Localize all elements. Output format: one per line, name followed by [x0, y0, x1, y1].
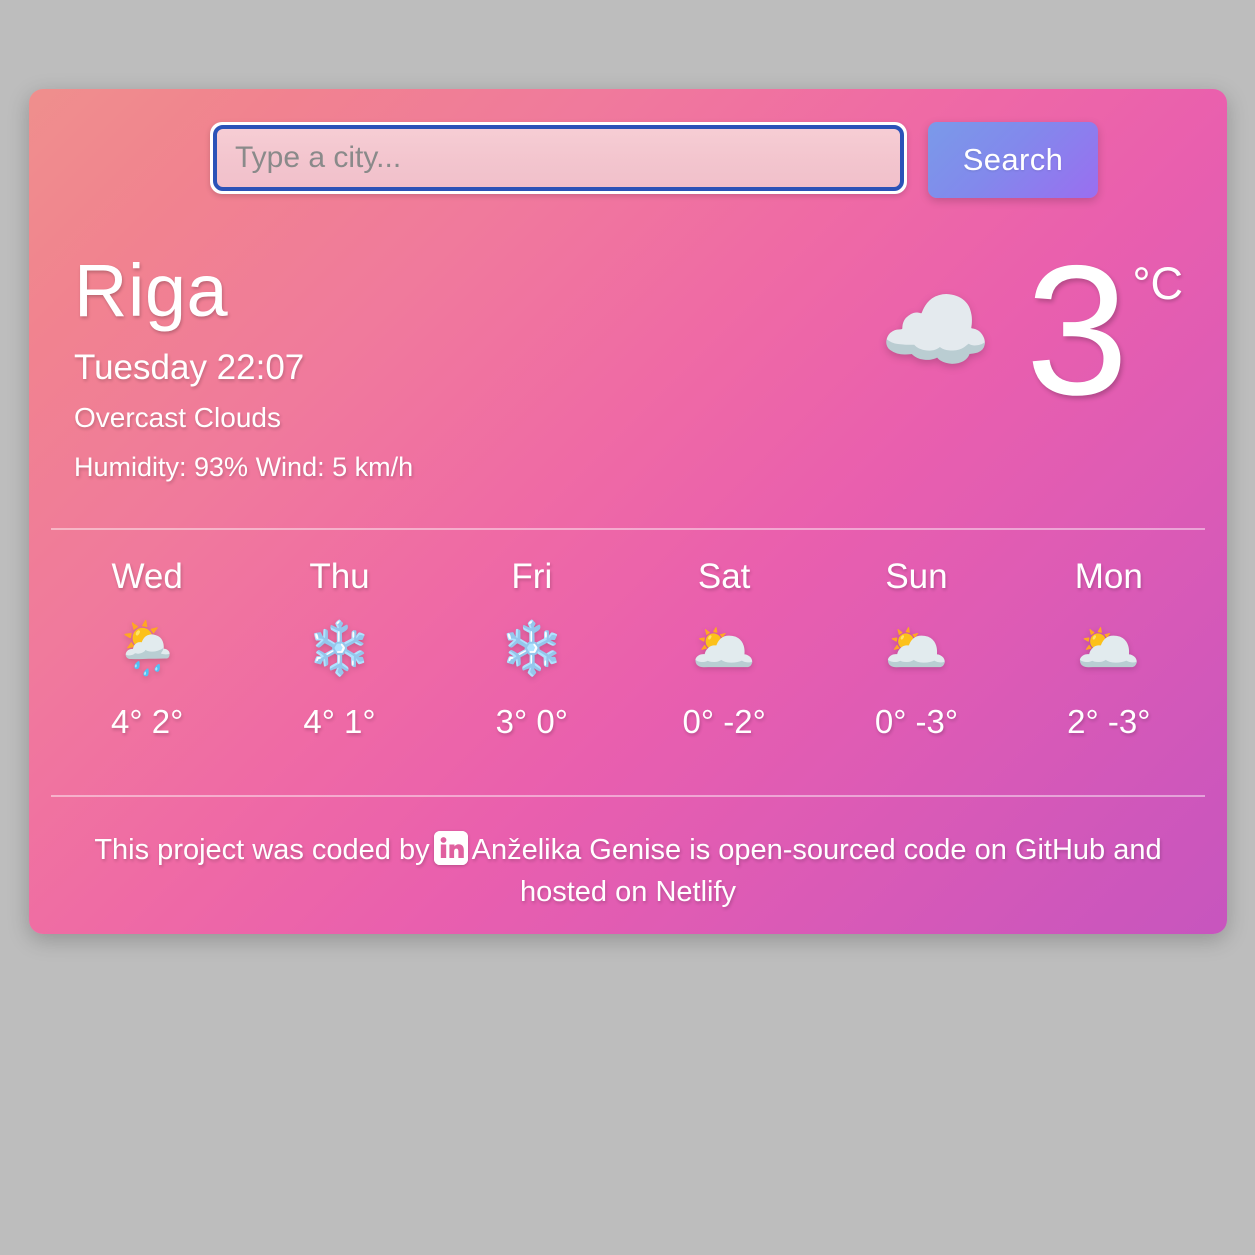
app-root: Search Riga Tuesday 22:07 Overcast Cloud… — [0, 0, 1255, 1255]
linkedin-icon[interactable] — [433, 831, 468, 865]
forecast-day-temps: 2° -3° — [1067, 703, 1151, 740]
search-input-wrapper[interactable] — [210, 122, 907, 194]
forecast-day-label: Sat — [697, 557, 751, 596]
humidity-wind-metrics: Humidity: 93% Wind: 5 km/h — [74, 452, 414, 482]
search-form: Search — [210, 122, 1098, 200]
github-link[interactable]: GitHub — [1015, 834, 1105, 866]
forecast-day-temps: 0° -3° — [874, 703, 959, 740]
snowflake-icon: ❄️ — [307, 620, 372, 678]
forecast-day-fri: Fri ❄️ 3° 0° — [436, 557, 628, 741]
divider-bottom — [51, 795, 1205, 797]
sun-behind-cloud-icon: 🌥️ — [884, 620, 949, 678]
footer-text-middle: is open-sourced code on — [689, 834, 1007, 866]
footer-text-before: This project was coded by — [94, 834, 430, 866]
forecast-day-temps: 4° 2° — [111, 703, 184, 740]
weather-description: Overcast Clouds — [74, 402, 281, 433]
divider-top — [51, 528, 1205, 530]
date-time: Tuesday 22:07 — [74, 348, 305, 387]
weather-card: Search Riga Tuesday 22:07 Overcast Cloud… — [29, 89, 1227, 934]
current-weather: Riga Tuesday 22:07 Overcast Clouds Humid… — [74, 238, 1205, 514]
forecast-day-sat: Sat 🌥️ 0° -2° — [628, 557, 820, 741]
forecast-day-temps: 0° -2° — [682, 703, 766, 740]
forecast-day-mon: Mon 🌥️ 2° -3° — [1013, 557, 1205, 741]
temperature-value: 3 — [1025, 228, 1129, 434]
forecast-day-label: Mon — [1074, 557, 1143, 596]
search-input[interactable] — [213, 125, 904, 191]
forecast-row: Wed 🌦️ 4° 2° Thu ❄️ 4° 1° Fri ❄️ 3° 0° S… — [51, 557, 1205, 741]
footer-credit: This project was coded by Anželika Genise… — [84, 829, 1172, 913]
city-name: Riga — [74, 249, 229, 332]
temperature-block: 3 °C — [1025, 228, 1184, 434]
forecast-day-temps: 4° 1° — [303, 703, 376, 740]
forecast-day-wed: Wed 🌦️ 4° 2° — [51, 557, 243, 741]
sun-behind-cloud-icon: 🌥️ — [691, 620, 757, 678]
snowflake-icon: ❄️ — [499, 620, 565, 678]
forecast-day-sun: Sun 🌥️ 0° -3° — [820, 557, 1012, 741]
footer-author[interactable]: Anželika Genise — [472, 834, 682, 866]
temperature-unit[interactable]: °C — [1133, 258, 1184, 310]
forecast-day-label: Thu — [309, 557, 370, 596]
current-temperature-group: ☁️ 3 °C — [879, 228, 1184, 434]
forecast-day-label: Fri — [511, 557, 553, 596]
forecast-day-label: Wed — [111, 557, 183, 596]
current-weather-details: Riga Tuesday 22:07 Overcast Clouds Humid… — [74, 254, 413, 483]
sun-behind-cloud-icon: 🌥️ — [1076, 620, 1142, 678]
forecast-day-label: Sun — [885, 557, 948, 596]
search-button[interactable]: Search — [928, 122, 1098, 198]
forecast-day-thu: Thu ❄️ 4° 1° — [243, 557, 435, 741]
forecast-day-temps: 3° 0° — [495, 703, 568, 740]
sun-behind-rain-cloud-icon: 🌦️ — [114, 620, 180, 678]
overcast-clouds-icon: ☁️ — [879, 281, 992, 382]
netlify-link[interactable]: Netlify — [655, 876, 736, 908]
